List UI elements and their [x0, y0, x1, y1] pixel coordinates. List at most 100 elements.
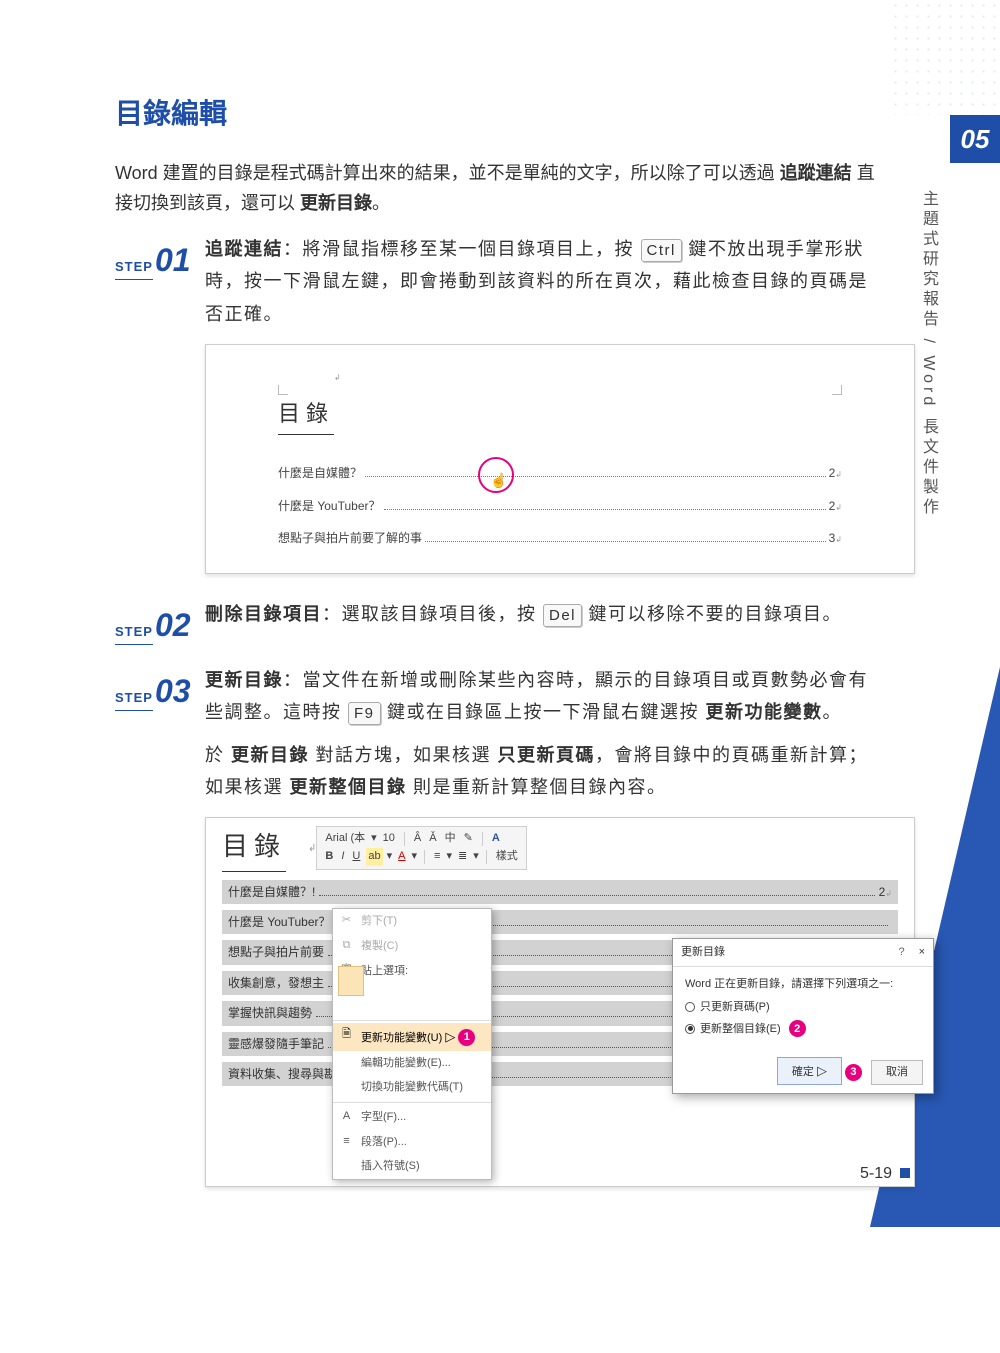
dropdown-icon[interactable]: ▾	[473, 848, 479, 866]
side-chapter-title: 主題式研究報告 / Word 長文件製作	[915, 190, 942, 518]
step-text: 對話方塊，如果核選	[309, 745, 498, 765]
intro-paragraph: Word 建置的目錄是程式碼計算出來的結果，並不是單純的文字，所以除了可以透過 …	[115, 158, 880, 219]
ctx-update-field[interactable]: 🗎更新功能變數(U) ▷1	[333, 1023, 491, 1051]
crop-mark-icon	[832, 385, 842, 395]
font-color-button[interactable]: A	[396, 848, 407, 866]
step-03: STEP 03 更新目錄：當文件在新增或刪除某些內容時，顯示的目錄項目或頁數勢必…	[115, 664, 880, 804]
radio-label: 更新整個目錄(E)	[700, 1020, 781, 1039]
toc-entry[interactable]: 什麼是自媒體？2↲	[278, 463, 842, 483]
key-del: Del	[543, 604, 582, 627]
callout-badge-2: 2	[789, 1020, 806, 1037]
step-word: STEP	[115, 687, 153, 711]
toc-entry-page: 2	[829, 496, 836, 516]
dropdown-icon[interactable]: ▾	[371, 830, 377, 848]
step-text: ：選取該目錄項目後，按	[322, 604, 543, 624]
step-number: 02	[155, 598, 191, 652]
intro-text: Word 建置的目錄是程式碼計算出來的結果，並不是單純的文字，所以除了可以透過	[115, 163, 780, 183]
paragraph-mark-icon: ↲	[334, 373, 341, 382]
step-bold: 只更新頁碼	[498, 745, 596, 765]
step-text: 則是重新計算整個目錄內容。	[407, 777, 667, 797]
toc-row[interactable]: 什麼是 YouTuber？	[222, 910, 898, 934]
paragraph-icon: ≡	[339, 1132, 354, 1151]
leader-dots	[319, 888, 874, 896]
radio-update-entire[interactable]: 更新整個目錄(E) 2	[685, 1020, 921, 1039]
toc-row-page: 2	[879, 882, 886, 902]
dropdown-icon[interactable]: ▾	[412, 848, 418, 866]
italic-button[interactable]: I	[339, 848, 346, 866]
font-size-dropdown[interactable]: 10	[381, 830, 397, 848]
toc-entry-label: 什麼是自媒體？	[278, 463, 362, 483]
help-icon[interactable]: ?	[898, 943, 904, 962]
styles-label[interactable]: 樣式	[494, 848, 520, 866]
step-title: 更新目錄	[205, 670, 283, 690]
leader-dots	[365, 467, 826, 477]
toc-row-label: 什麼是自媒體？!	[228, 882, 315, 902]
step-label: STEP 02	[115, 598, 205, 652]
paragraph-mark-icon: ↲	[308, 840, 316, 857]
step-body: 追蹤連結：將滑鼠指標移至某一個目錄項目上，按 Ctrl 鍵不放出現手掌形狀時，按…	[205, 233, 880, 330]
toc-row-label: 什麼是 YouTuber？	[228, 912, 331, 932]
radio-label: 只更新頁碼(P)	[700, 998, 770, 1017]
update-field-icon: 🗎	[339, 1025, 354, 1044]
toc-heading: 目錄	[222, 824, 286, 871]
paragraph-mark-icon: ↲	[835, 533, 842, 547]
styles-icon[interactable]: A	[490, 830, 502, 848]
ctx-toggle-field-code[interactable]: 切換功能變數代碼(T)	[333, 1075, 491, 1100]
cancel-button[interactable]: 取消	[871, 1060, 923, 1085]
toc-row-label: 收集創意，發想主	[228, 973, 324, 993]
paragraph-mark-icon: ↲	[885, 887, 892, 901]
highlight-button[interactable]: ab	[366, 848, 382, 866]
phonetic-guide-icon[interactable]: 中	[443, 830, 458, 848]
ctx-edit-field[interactable]: 編輯功能變數(E)...	[333, 1051, 491, 1076]
toc-row[interactable]: 什麼是自媒體？! 2↲	[222, 880, 898, 904]
pointer-icon: ▷	[445, 1029, 455, 1044]
ok-button[interactable]: 確定 ▷	[777, 1057, 842, 1085]
dropdown-icon[interactable]: ▾	[387, 848, 393, 866]
bullets-button[interactable]: ≡	[432, 848, 442, 866]
pointer-icon: ▷	[817, 1063, 827, 1078]
ctx-font[interactable]: A字型(F)...	[333, 1105, 491, 1130]
toc-entry-label: 什麼是 YouTuber？	[278, 496, 381, 516]
dialog-titlebar[interactable]: 更新目錄 ? ×	[673, 939, 933, 967]
context-menu: ✂剪下(T) ⧉複製(C) 📋貼上選項: 🗎更新功能變數(U) ▷1 編輯功能變…	[332, 908, 492, 1180]
intro-bold-1: 追蹤連結	[780, 163, 852, 183]
format-painter-icon[interactable]: ✎	[462, 830, 475, 848]
intro-text: 。	[372, 193, 390, 213]
ctx-copy[interactable]: ⧉複製(C)	[333, 934, 491, 959]
dropdown-icon[interactable]: ▾	[446, 848, 452, 866]
page-number: 5-19	[860, 1160, 910, 1187]
step-bold: 更新目錄	[231, 745, 309, 765]
mini-toolbar[interactable]: Arial (本▾ 10 Â Ǎ 中 ✎ A B I U ab▾ A▾	[316, 826, 526, 869]
step-body: 更新目錄：當文件在新增或刪除某些內容時，顯示的目錄項目或頁數勢必會有些調整。這時…	[205, 664, 880, 804]
step-number: 01	[155, 233, 191, 287]
chapter-tab: 05	[950, 115, 1000, 163]
ctx-paragraph[interactable]: ≡段落(P)...	[333, 1130, 491, 1155]
toc-row-label: 資料收集、搜尋與勘查	[228, 1064, 348, 1084]
toc-heading: 目錄	[278, 395, 334, 435]
radio-icon	[685, 1024, 695, 1034]
radio-update-page-only[interactable]: 只更新頁碼(P)	[685, 998, 921, 1017]
font-name-dropdown[interactable]: Arial (本	[323, 830, 367, 848]
step-body: 刪除目錄項目：選取該目錄項目後，按 Del 鍵可以移除不要的目錄項目。	[205, 598, 880, 630]
hand-cursor-icon: ☝	[490, 469, 507, 493]
step-number: 03	[155, 664, 191, 718]
copy-icon: ⧉	[339, 936, 354, 955]
leader-dots	[384, 500, 826, 510]
bold-button[interactable]: B	[323, 848, 335, 866]
crop-mark-icon	[278, 385, 288, 395]
close-icon[interactable]: ×	[919, 943, 925, 962]
ctx-cut[interactable]: ✂剪下(T)	[333, 909, 491, 934]
paragraph-mark-icon: ↲	[835, 501, 842, 515]
toc-entry[interactable]: 什麼是 YouTuber？ 2↲	[278, 496, 842, 516]
dialog-prompt: Word 正在更新目錄，請選擇下列選項之一:	[685, 975, 921, 994]
toc-entry-page: 3	[829, 528, 836, 548]
underline-button[interactable]: U	[350, 848, 362, 866]
step-label: STEP 01	[115, 233, 205, 287]
numbering-button[interactable]: ≣	[456, 848, 469, 866]
paste-option-icon[interactable]	[338, 966, 364, 996]
step-02: STEP 02 刪除目錄項目：選取該目錄項目後，按 Del 鍵可以移除不要的目錄…	[115, 598, 880, 652]
shrink-font-icon[interactable]: Ǎ	[427, 830, 438, 848]
grow-font-icon[interactable]: Â	[412, 830, 423, 848]
toc-entry[interactable]: 想點子與拍片前要了解的事3↲	[278, 528, 842, 548]
ctx-insert-symbol[interactable]: 插入符號(S)	[333, 1154, 491, 1179]
